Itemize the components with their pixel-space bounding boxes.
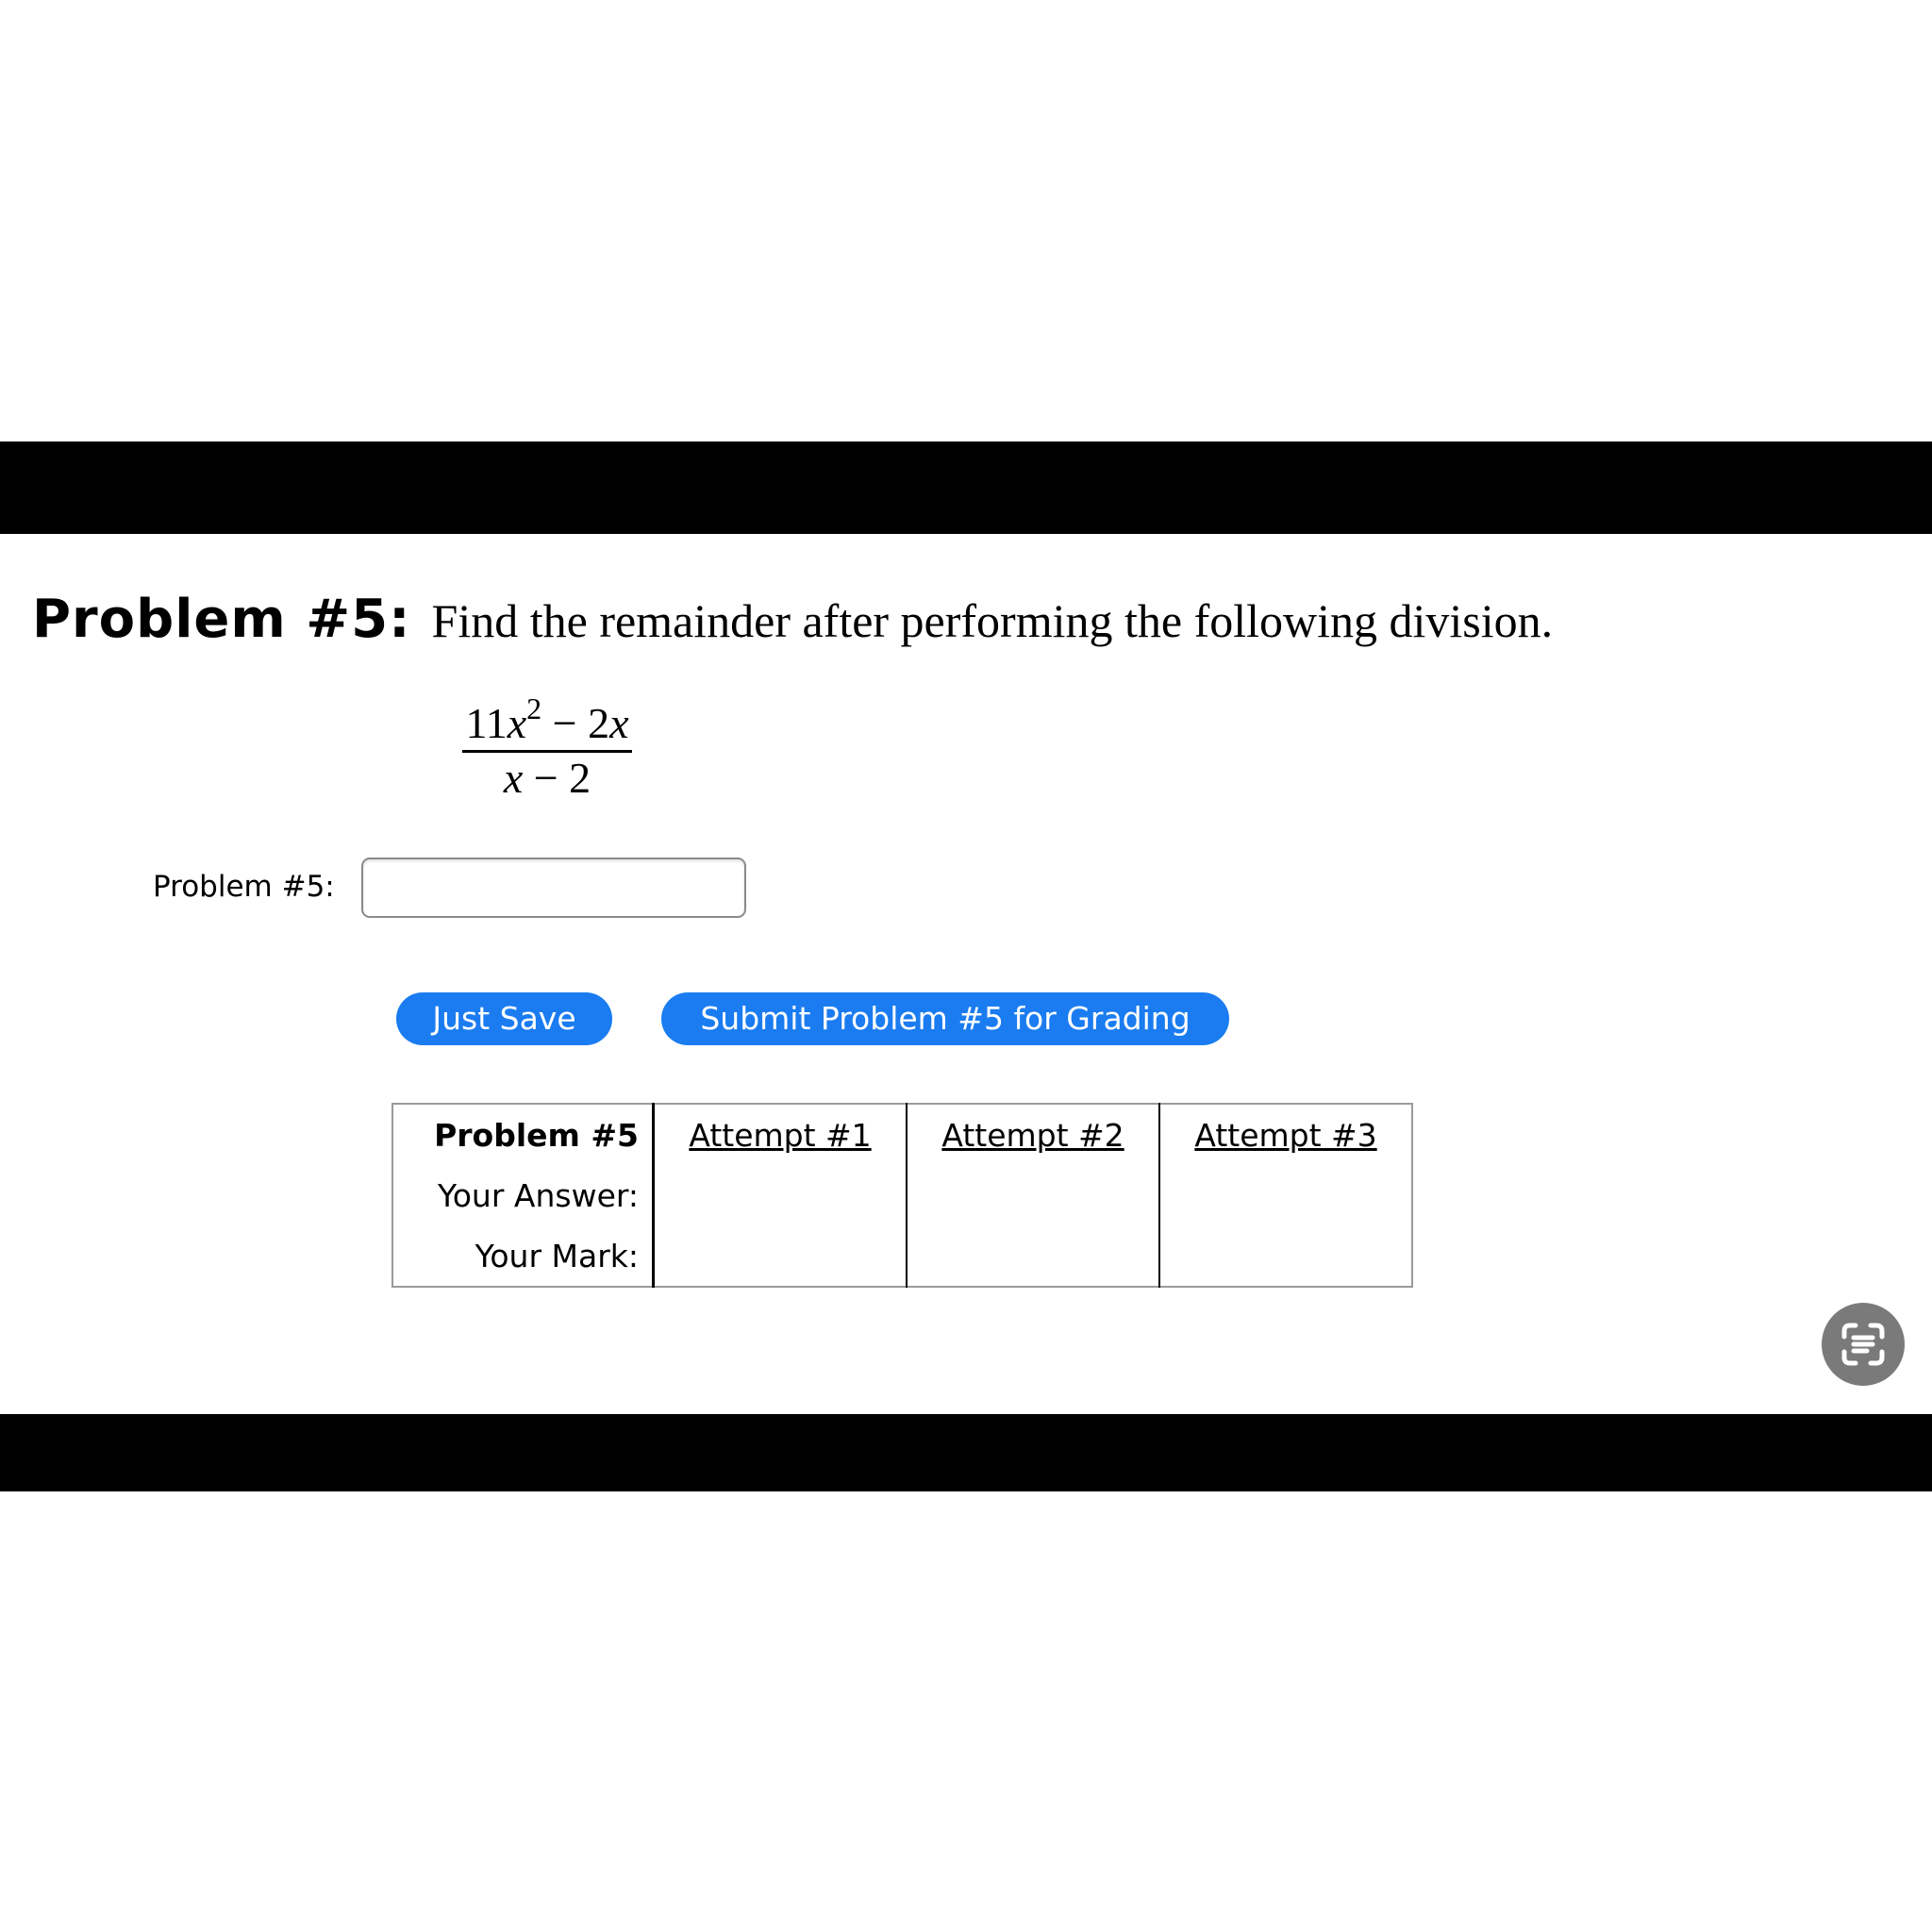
fraction-numerator: 11x2 − 2x <box>462 693 632 753</box>
attempt-1-answer-cell <box>653 1165 908 1225</box>
attempt-3-mark-cell <box>1159 1225 1412 1287</box>
division-expression: 11x2 − 2x x − 2 <box>462 693 632 803</box>
table-row-your-answer: Your Answer: <box>392 1165 1412 1225</box>
table-header-problem: Problem #5 <box>392 1104 655 1165</box>
problem-number-label: Problem #5: <box>32 589 411 650</box>
attempt-1-mark-cell <box>653 1225 908 1287</box>
answer-label: Problem #5: <box>153 870 335 904</box>
attempt-3-answer-cell <box>1159 1165 1412 1225</box>
just-save-button[interactable]: Just Save <box>396 992 612 1045</box>
fraction-denominator: x − 2 <box>503 754 591 802</box>
your-mark-label: Your Mark: <box>392 1225 655 1287</box>
attempt-2-mark-cell <box>907 1225 1160 1287</box>
problem-heading: Problem #5: Find the remainder after perf… <box>32 589 1553 650</box>
top-black-bar <box>0 441 1932 534</box>
problem-prompt: Find the remainder after performing the … <box>431 594 1554 647</box>
table-row-your-mark: Your Mark: <box>392 1225 1412 1287</box>
attempts-table: Problem #5 Attempt #1 Attempt #2 Attempt… <box>391 1103 1413 1288</box>
attempt-3-link[interactable]: Attempt #3 <box>1159 1104 1412 1165</box>
bottom-black-bar <box>0 1414 1932 1491</box>
attempt-2-link[interactable]: Attempt #2 <box>907 1104 1160 1165</box>
table-header-row: Problem #5 Attempt #1 Attempt #2 Attempt… <box>392 1104 1412 1165</box>
attempt-2-answer-cell <box>907 1165 1160 1225</box>
submit-for-grading-button[interactable]: Submit Problem #5 for Grading <box>661 992 1229 1045</box>
your-answer-label: Your Answer: <box>392 1165 655 1225</box>
attempt-1-link[interactable]: Attempt #1 <box>653 1104 908 1165</box>
scan-text-icon <box>1841 1323 1885 1366</box>
answer-input[interactable] <box>361 858 746 918</box>
scan-text-button[interactable] <box>1822 1303 1905 1386</box>
